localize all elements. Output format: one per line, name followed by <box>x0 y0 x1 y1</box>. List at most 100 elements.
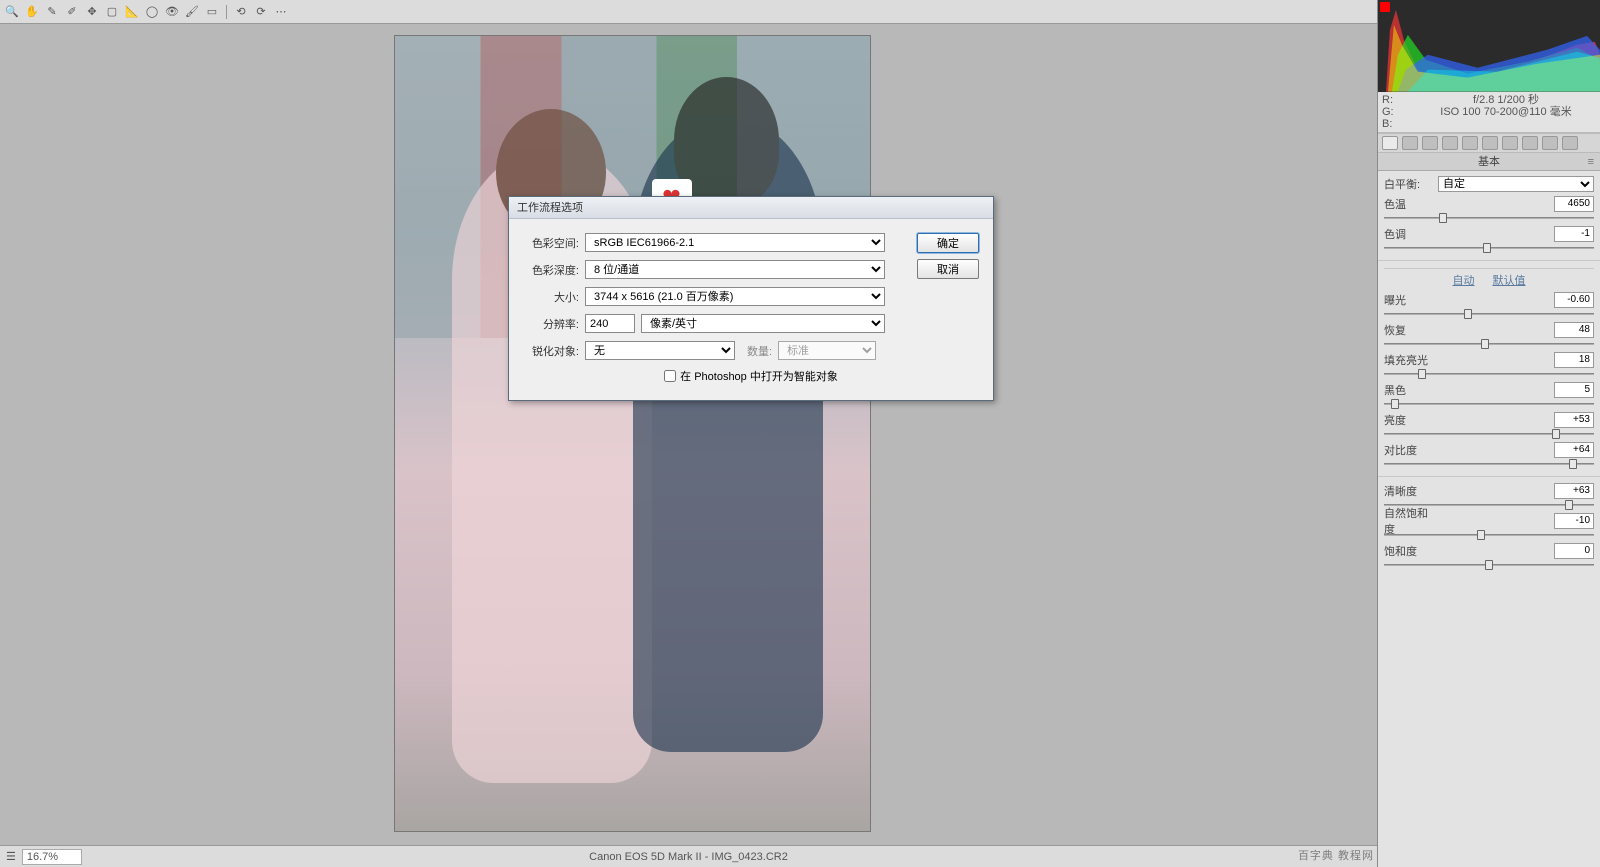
color-space-label: 色彩空间: <box>523 235 579 251</box>
zoom-level[interactable]: 16.7% <box>22 849 82 865</box>
tab-fx-icon[interactable] <box>1502 136 1518 150</box>
slider-label: 饱和度 <box>1384 543 1434 559</box>
slider-label: 对比度 <box>1384 442 1434 458</box>
tab-curve-icon[interactable] <box>1402 136 1418 150</box>
slider-value[interactable]: -0.60 <box>1554 292 1594 308</box>
color-sampler-icon[interactable]: ✥ <box>84 4 100 20</box>
watermark: 百字典 教程网 <box>1298 847 1374 863</box>
straighten-icon[interactable]: 📐 <box>124 4 140 20</box>
slider-value[interactable]: 5 <box>1554 382 1594 398</box>
basic-controls: 白平衡: 自定 色温4650色调-1 自动 默认值 曝光-0.60恢复48填充亮… <box>1378 171 1600 576</box>
panel-title: 基本 <box>1378 153 1600 171</box>
slider-row: 自然饱和度-10 <box>1384 512 1594 530</box>
resolution-input[interactable] <box>585 314 635 333</box>
slider-track[interactable] <box>1384 560 1594 570</box>
graduated-filter-icon[interactable]: ▭ <box>204 4 220 20</box>
redeye-icon[interactable]: 👁 <box>164 4 180 20</box>
cancel-button[interactable]: 取消 <box>917 259 979 279</box>
slider-value[interactable]: +63 <box>1554 483 1594 499</box>
slider-value[interactable]: 48 <box>1554 322 1594 338</box>
tab-calib-icon[interactable] <box>1522 136 1538 150</box>
tab-preset-icon[interactable] <box>1542 136 1558 150</box>
exposure-meta-2: ISO 100 70-200@110 毫米 <box>1416 106 1596 118</box>
slider-value[interactable]: -1 <box>1554 226 1594 242</box>
slider-row: 清晰度+63 <box>1384 482 1594 500</box>
slider-value[interactable]: -10 <box>1554 513 1594 529</box>
dialog-title[interactable]: 工作流程选项 <box>509 197 993 219</box>
histogram[interactable] <box>1378 0 1600 92</box>
size-label: 大小: <box>523 289 579 305</box>
auto-default-bar: 自动 默认值 <box>1384 268 1594 289</box>
slider-row: 黑色 5 <box>1384 381 1594 399</box>
eyedropper-icon[interactable]: ✐ <box>64 4 80 20</box>
slider-label: 色温 <box>1384 196 1434 212</box>
slider-track[interactable] <box>1384 309 1594 319</box>
rgb-r-label: R: <box>1382 94 1416 106</box>
spot-removal-icon[interactable]: ◯ <box>144 4 160 20</box>
tab-split-icon[interactable] <box>1462 136 1478 150</box>
default-link[interactable]: 默认值 <box>1493 272 1526 288</box>
slider-value[interactable]: 0 <box>1554 543 1594 559</box>
auto-link[interactable]: 自动 <box>1453 272 1475 288</box>
slider-value[interactable]: +53 <box>1554 412 1594 428</box>
slider-value[interactable]: 4650 <box>1554 196 1594 212</box>
slider-track[interactable] <box>1384 339 1594 349</box>
rgb-g-label: G: <box>1382 106 1416 118</box>
rgb-b-label: B: <box>1382 118 1416 130</box>
canvas-area <box>0 24 1377 845</box>
image-canvas[interactable] <box>395 36 870 831</box>
bit-depth-select[interactable]: 8 位/通道 <box>585 260 885 279</box>
slider-label: 黑色 <box>1384 382 1434 398</box>
sharpen-for-select[interactable]: 无 <box>585 341 735 360</box>
tab-detail-icon[interactable] <box>1422 136 1438 150</box>
slider-row: 曝光 -0.60 <box>1384 291 1594 309</box>
smart-object-checkbox[interactable] <box>664 370 676 382</box>
slider-track[interactable] <box>1384 243 1594 253</box>
resolution-label: 分辨率: <box>523 316 579 332</box>
slider-track[interactable] <box>1384 213 1594 223</box>
amount-label: 数量: <box>747 343 772 359</box>
slider-label: 恢复 <box>1384 322 1434 338</box>
hand-icon[interactable]: ✋ <box>24 4 40 20</box>
ok-button[interactable]: 确定 <box>917 233 979 253</box>
panel-tabs <box>1378 133 1600 153</box>
slider-row: 色温 4650 <box>1384 195 1594 213</box>
adjustment-brush-icon[interactable]: 🖌 <box>184 4 200 20</box>
tab-lens-icon[interactable] <box>1482 136 1498 150</box>
resolution-unit-select[interactable]: 像素/英寸 <box>641 314 885 333</box>
slider-track[interactable] <box>1384 530 1594 540</box>
rotate-cw-icon[interactable]: ⟳ <box>253 4 269 20</box>
filmstrip-toggle-icon[interactable]: ☰ <box>6 850 16 863</box>
slider-row: 恢复 48 <box>1384 321 1594 339</box>
crop-icon[interactable]: ▢ <box>104 4 120 20</box>
tab-basic-icon[interactable] <box>1382 136 1398 150</box>
toolbar-separator <box>226 5 227 19</box>
size-select[interactable]: 3744 x 5616 (21.0 百万像素) <box>585 287 885 306</box>
tab-hsl-icon[interactable] <box>1442 136 1458 150</box>
slider-track[interactable] <box>1384 369 1594 379</box>
slider-label: 曝光 <box>1384 292 1434 308</box>
slider-row: 亮度+53 <box>1384 411 1594 429</box>
prefs-icon[interactable]: ⋯ <box>273 4 289 20</box>
slider-track[interactable] <box>1384 429 1594 439</box>
eyedropper-white-icon[interactable]: ✎ <box>44 4 60 20</box>
camera-info[interactable]: Canon EOS 5D Mark II - IMG_0423.CR2 <box>589 851 788 863</box>
tab-snap-icon[interactable] <box>1562 136 1578 150</box>
wb-select[interactable]: 自定 <box>1438 176 1594 192</box>
slider-track[interactable] <box>1384 399 1594 409</box>
slider-track[interactable] <box>1384 459 1594 469</box>
slider-row: 对比度 +64 <box>1384 441 1594 459</box>
right-panel: R: G: B: f/2.8 1/200 秒 ISO 100 70-200@11… <box>1377 0 1600 867</box>
photo-content <box>395 36 870 831</box>
slider-row: 填充亮光18 <box>1384 351 1594 369</box>
slider-value[interactable]: 18 <box>1554 352 1594 368</box>
exposure-meta-1: f/2.8 1/200 秒 <box>1416 94 1596 106</box>
slider-value[interactable]: +64 <box>1554 442 1594 458</box>
bit-depth-label: 色彩深度: <box>523 262 579 278</box>
rotate-ccw-icon[interactable]: ⟲ <box>233 4 249 20</box>
slider-row: 色调-1 <box>1384 225 1594 243</box>
top-toolbar: 🔍 ✋ ✎ ✐ ✥ ▢ 📐 ◯ 👁 🖌 ▭ ⟲ ⟳ ⋯ 预览 ⤢ <box>0 0 1600 24</box>
slider-track[interactable] <box>1384 500 1594 510</box>
zoom-icon[interactable]: 🔍 <box>4 4 20 20</box>
color-space-select[interactable]: sRGB IEC61966-2.1 <box>585 233 885 252</box>
